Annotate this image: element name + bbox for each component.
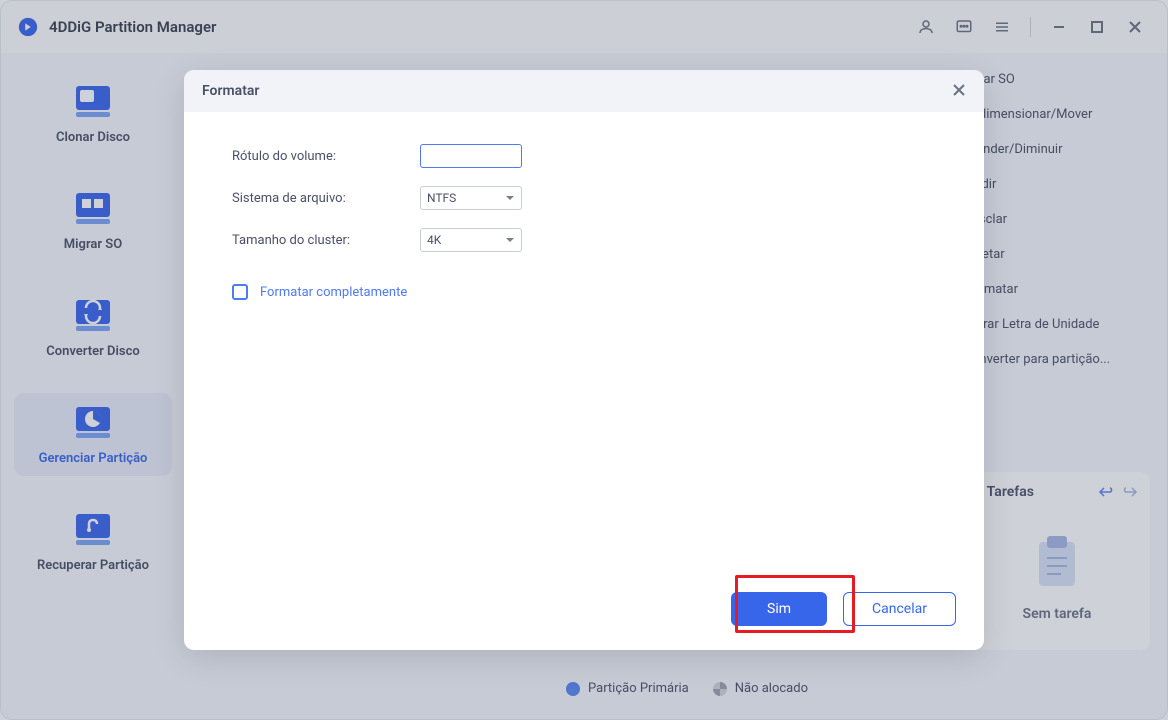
volume-label-input[interactable] — [420, 144, 522, 168]
modal-title: Formatar — [202, 83, 259, 99]
form-row-volume-label: Rótulo do volume: — [232, 144, 936, 168]
cancel-button-label: Cancelar — [872, 601, 927, 617]
modal-footer: Sim Cancelar — [184, 574, 984, 650]
close-icon — [952, 83, 966, 97]
filesystem-select-wrap: NTFS — [420, 186, 522, 210]
form-row-cluster: Tamanho do cluster: 4K — [232, 228, 936, 252]
ok-button-label: Sim — [767, 601, 791, 617]
cancel-button[interactable]: Cancelar — [843, 592, 956, 626]
ok-button[interactable]: Sim — [731, 592, 827, 626]
modal-header: Formatar — [184, 70, 984, 112]
format-modal: Formatar Rótulo do volume: Sistema de ar… — [184, 70, 984, 650]
cluster-select-wrap: 4K — [420, 228, 522, 252]
volume-label-text: Rótulo do volume: — [232, 149, 420, 164]
filesystem-label-text: Sistema de arquivo: — [232, 191, 420, 206]
cluster-label-text: Tamanho do cluster: — [232, 233, 420, 248]
cluster-select[interactable]: 4K — [420, 228, 522, 252]
modal-close-button[interactable] — [952, 81, 966, 102]
format-complete-row[interactable]: Formatar completamente — [232, 284, 936, 300]
modal-body: Rótulo do volume: Sistema de arquivo: NT… — [184, 112, 984, 574]
format-complete-label: Formatar completamente — [260, 285, 407, 300]
form-row-filesystem: Sistema de arquivo: NTFS — [232, 186, 936, 210]
filesystem-select[interactable]: NTFS — [420, 186, 522, 210]
format-complete-checkbox[interactable] — [232, 284, 248, 300]
